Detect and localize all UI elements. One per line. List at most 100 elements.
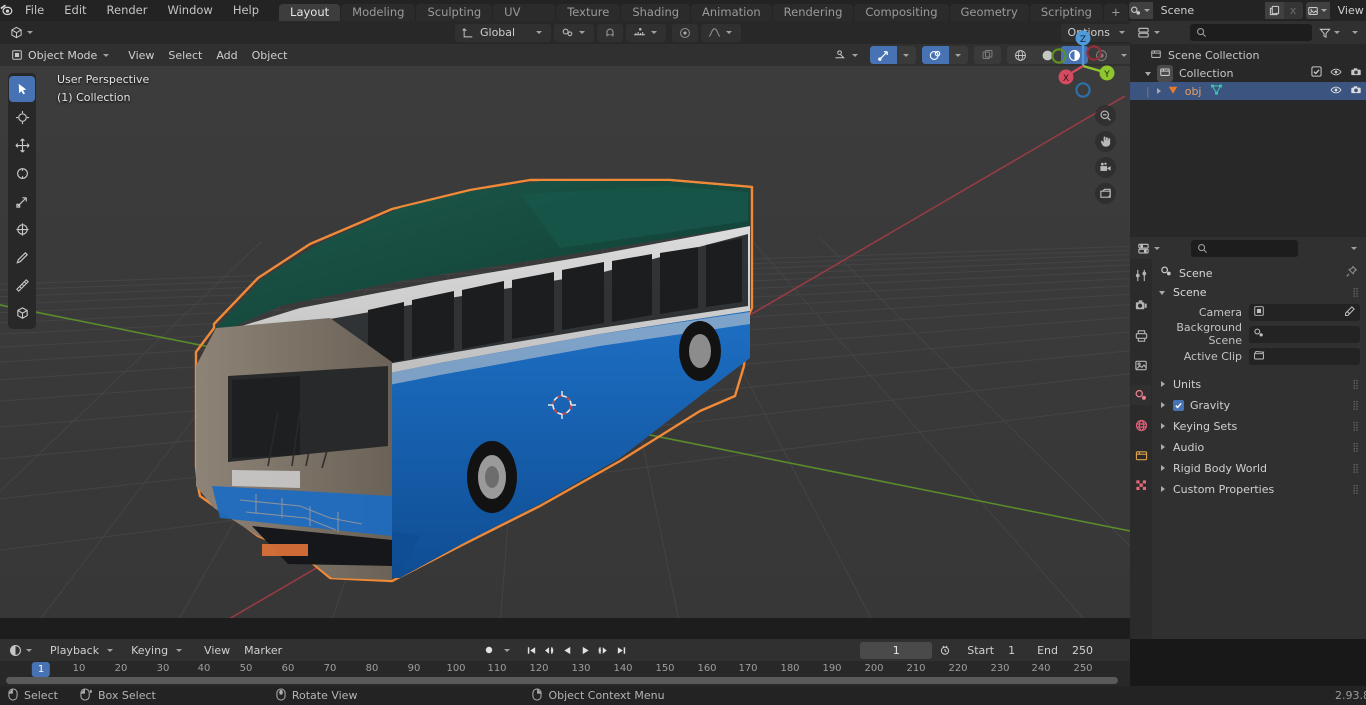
- tab-animation[interactable]: Animation: [691, 4, 772, 21]
- snap-target-dropdown[interactable]: [554, 23, 595, 42]
- measure-tool[interactable]: [9, 272, 35, 298]
- expand-collapse-icon[interactable]: [1154, 87, 1163, 96]
- scene-tab[interactable]: [1131, 385, 1151, 405]
- checkbox-icon[interactable]: [1311, 66, 1322, 80]
- view-layer-name[interactable]: View Layer: [1329, 2, 1366, 19]
- keying-sets-panel[interactable]: Keying Sets ⣿: [1152, 416, 1366, 437]
- interaction-mode-dropdown[interactable]: Object Mode: [6, 46, 116, 64]
- outliner-row-scene-collection[interactable]: Scene Collection: [1130, 46, 1366, 64]
- transform-tool[interactable]: [9, 216, 35, 242]
- outliner-row-obj[interactable]: | obj: [1130, 82, 1366, 100]
- expand-collapse-icon[interactable]: [1158, 485, 1167, 494]
- custom-properties-panel[interactable]: Custom Properties ⣿: [1152, 479, 1366, 500]
- drag-handle-icon[interactable]: ⣿: [1352, 422, 1360, 432]
- object-visibility-dropdown[interactable]: [827, 46, 867, 64]
- expand-collapse-icon[interactable]: [1158, 464, 1167, 473]
- scene-selector[interactable]: Scene x: [1128, 2, 1303, 19]
- camera-field[interactable]: [1249, 303, 1360, 321]
- tab-modeling[interactable]: Modeling: [341, 4, 416, 21]
- world-tab[interactable]: [1131, 415, 1151, 435]
- camera-render-icon[interactable]: [1350, 66, 1362, 81]
- gravity-checkbox[interactable]: [1173, 400, 1184, 411]
- timeline-scrollbar[interactable]: [6, 677, 1118, 684]
- toggle-ortho-persp-icon[interactable]: [1095, 183, 1116, 204]
- timeline-playhead[interactable]: 1: [31, 662, 51, 677]
- current-frame-field[interactable]: 1: [860, 641, 933, 659]
- frame-end-field[interactable]: End 250: [1028, 641, 1102, 659]
- view-layer-tab[interactable]: [1131, 355, 1151, 375]
- scene-name[interactable]: Scene: [1152, 2, 1265, 19]
- outliner-search-input[interactable]: [1190, 24, 1312, 41]
- pin-icon[interactable]: [1345, 265, 1358, 281]
- pan-navigate-icon[interactable]: [1095, 131, 1116, 152]
- timeline-menu-playback[interactable]: Playback: [43, 641, 123, 659]
- units-panel[interactable]: Units ⣿: [1152, 374, 1366, 395]
- shading-wireframe-button[interactable]: [1007, 46, 1034, 64]
- camera-view-icon[interactable]: [1095, 157, 1116, 178]
- drag-handle-icon[interactable]: ⣿: [1352, 401, 1360, 411]
- move-tool[interactable]: [9, 132, 35, 158]
- tab-texture-paint[interactable]: Texture Paint: [556, 4, 621, 36]
- navigation-gizmo[interactable]: Z Y X: [1046, 26, 1120, 100]
- viewport-menu-add[interactable]: Add: [209, 46, 244, 64]
- expand-collapse-icon[interactable]: [1158, 288, 1167, 297]
- transform-orientation-dropdown[interactable]: Global: [455, 23, 552, 42]
- menu-edit[interactable]: Edit: [54, 0, 96, 21]
- expand-collapse-icon[interactable]: [1144, 69, 1153, 78]
- expand-collapse-icon[interactable]: [1158, 401, 1167, 410]
- timeline-editor[interactable]: Playback Keying View Marker 1 Start 1 En…: [0, 639, 1130, 686]
- timeline-menu-marker[interactable]: Marker: [237, 641, 289, 659]
- eye-icon[interactable]: [1330, 84, 1342, 99]
- rigid-body-world-panel[interactable]: Rigid Body World ⣿: [1152, 458, 1366, 479]
- show-gizmo-toggle[interactable]: [870, 46, 897, 64]
- 3d-viewport[interactable]: Global Options Object Mode View Select A…: [0, 21, 1142, 639]
- scene-icon[interactable]: [1128, 2, 1153, 19]
- gizmo-options-dropdown[interactable]: [897, 46, 916, 64]
- end-value[interactable]: 250: [1072, 644, 1093, 657]
- viewport-canvas[interactable]: User Perspective (1) Collection: [0, 66, 1130, 618]
- drag-handle-icon[interactable]: ⣿: [1352, 464, 1360, 474]
- drag-handle-icon[interactable]: ⣿: [1352, 288, 1360, 298]
- snap-magnet-toggle[interactable]: [597, 23, 624, 42]
- editor-type-3dview-icon[interactable]: [6, 24, 39, 42]
- menu-help[interactable]: Help: [223, 0, 269, 21]
- render-tab[interactable]: [1131, 295, 1151, 315]
- new-scene-button[interactable]: [1264, 2, 1284, 19]
- unlink-scene-button[interactable]: x: [1283, 2, 1303, 19]
- tweak-tool[interactable]: [9, 76, 35, 102]
- viewport-menu-select[interactable]: Select: [161, 46, 209, 64]
- outliner-editor[interactable]: Scene Collection Collection | obj: [1130, 21, 1366, 237]
- show-overlays-toggle[interactable]: [922, 46, 949, 64]
- drag-handle-icon[interactable]: ⣿: [1352, 485, 1360, 495]
- overlays-options-dropdown[interactable]: [949, 46, 968, 64]
- background-scene-field[interactable]: [1249, 325, 1360, 343]
- outliner-filter-dropdown[interactable]: [1349, 24, 1362, 42]
- drag-handle-icon[interactable]: ⣿: [1352, 380, 1360, 390]
- properties-options-dropdown[interactable]: [1347, 239, 1362, 257]
- tab-compositing[interactable]: Compositing: [854, 4, 949, 21]
- expand-collapse-icon[interactable]: [1158, 443, 1167, 452]
- active-clip-field[interactable]: [1249, 347, 1360, 365]
- camera-render-icon[interactable]: [1350, 84, 1362, 99]
- jump-to-next-keyframe-button[interactable]: [594, 641, 612, 659]
- record-options-dropdown[interactable]: [498, 641, 516, 659]
- tab-scripting[interactable]: Scripting: [1029, 4, 1103, 21]
- add-workspace-button[interactable]: +: [1103, 4, 1128, 21]
- tab-shading[interactable]: Shading: [621, 4, 691, 21]
- view-layer-icon[interactable]: [1305, 2, 1330, 19]
- texture-tab[interactable]: [1131, 475, 1151, 495]
- frame-range-field[interactable]: Start 1: [958, 641, 1025, 659]
- add-cube-tool[interactable]: [9, 300, 35, 326]
- expand-collapse-icon[interactable]: [1158, 422, 1167, 431]
- annotate-tool[interactable]: [9, 244, 35, 270]
- zoom-navigate-icon[interactable]: [1095, 105, 1116, 126]
- menu-render[interactable]: Render: [97, 0, 158, 21]
- outliner-row-collection[interactable]: Collection: [1130, 64, 1366, 82]
- object-tab[interactable]: [1131, 445, 1151, 465]
- start-value[interactable]: 1: [1008, 644, 1015, 657]
- viewport-menu-object[interactable]: Object: [245, 46, 295, 64]
- cursor-tool[interactable]: [9, 104, 35, 130]
- tab-rendering[interactable]: Rendering: [772, 4, 854, 21]
- properties-search-input[interactable]: [1191, 239, 1298, 257]
- auto-keying-toggle[interactable]: [936, 641, 955, 659]
